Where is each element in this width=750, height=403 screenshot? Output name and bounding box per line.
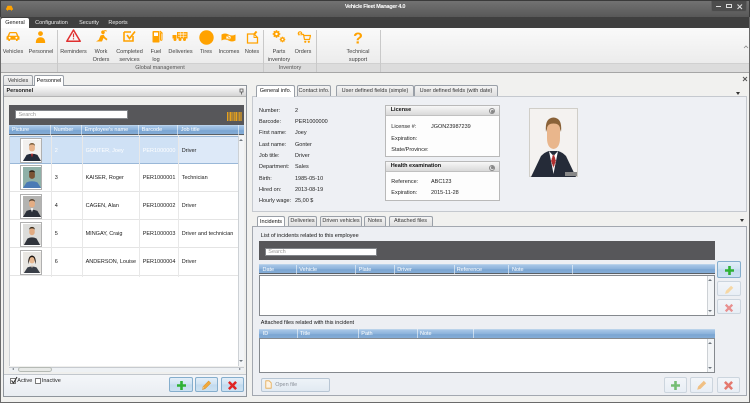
svg-text:?: ?: [353, 30, 363, 45]
